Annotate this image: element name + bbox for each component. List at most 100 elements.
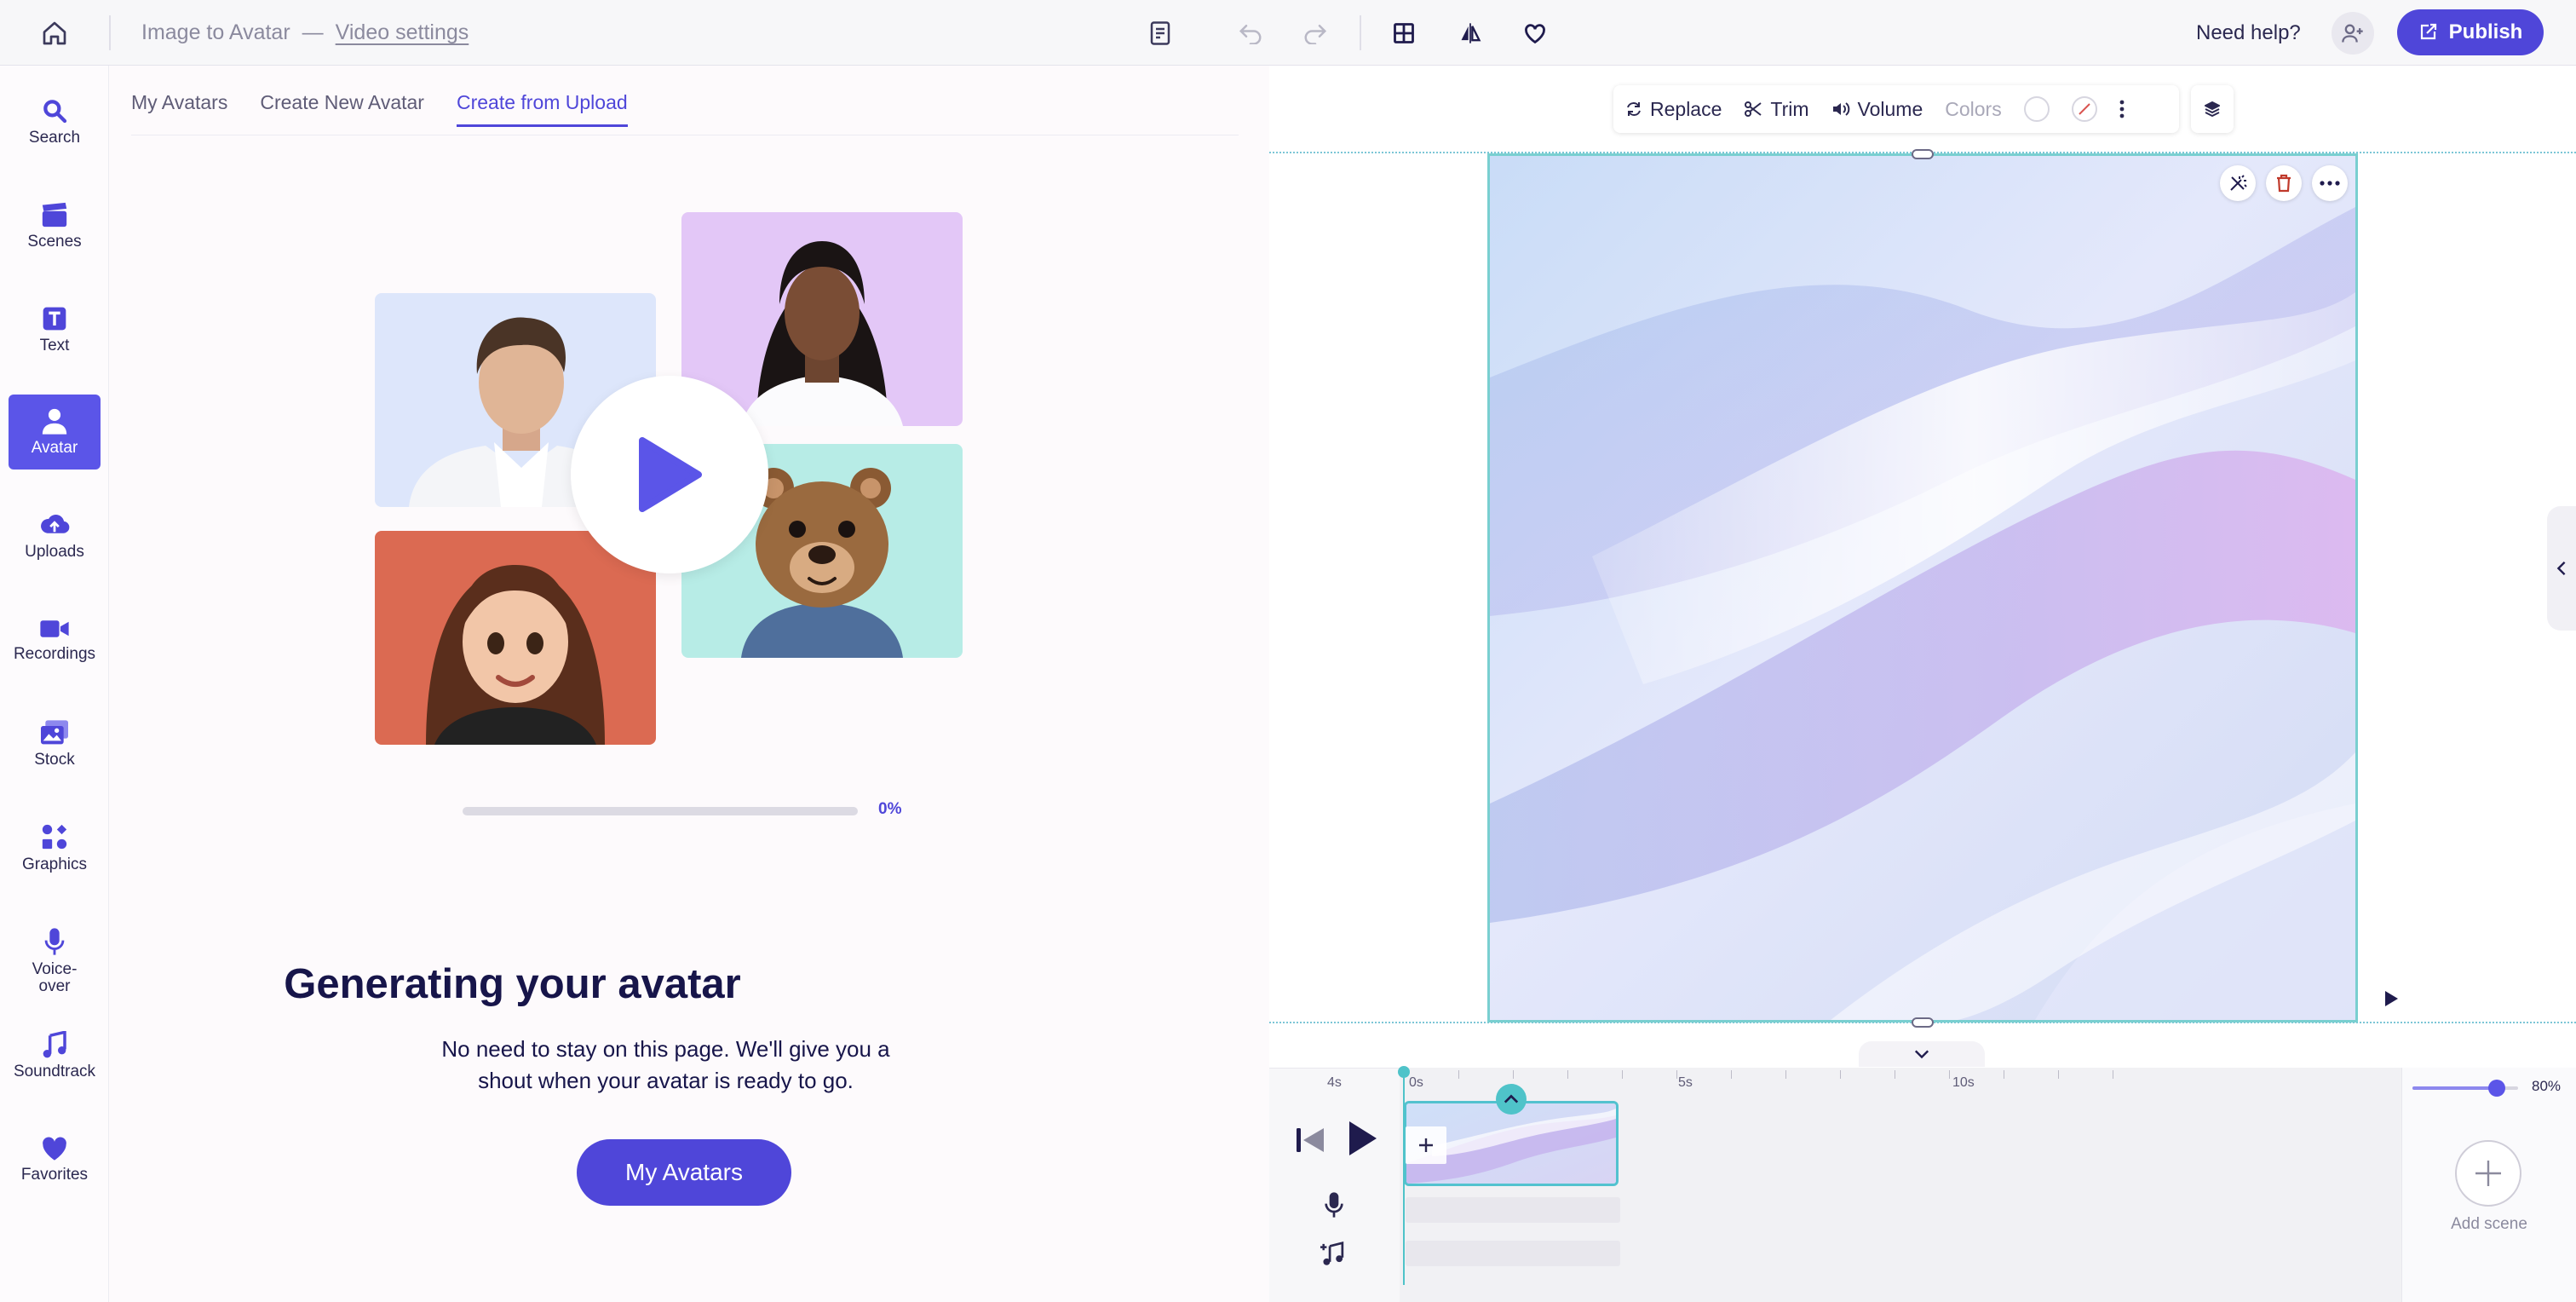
sidebar-item-soundtrack[interactable]: Soundtrack bbox=[9, 1018, 101, 1093]
home-button[interactable] bbox=[31, 0, 78, 66]
need-help-link[interactable]: Need help? bbox=[2196, 0, 2301, 66]
add-layer-button[interactable] bbox=[1406, 1126, 1446, 1164]
text-icon bbox=[43, 307, 66, 331]
music-add-icon bbox=[1320, 1241, 1344, 1265]
redo-button[interactable] bbox=[1298, 0, 1332, 66]
play-icon bbox=[1349, 1121, 1377, 1155]
sidebar-item-uploads[interactable]: Uploads bbox=[9, 498, 101, 573]
skip-to-start-button[interactable] bbox=[1295, 1125, 1327, 1155]
publish-button[interactable]: Publish bbox=[2397, 9, 2544, 55]
replace-label: Replace bbox=[1650, 97, 1722, 120]
playhead-knob[interactable] bbox=[1398, 1066, 1410, 1078]
sidebar-item-search[interactable]: Search bbox=[9, 84, 101, 159]
heart-icon bbox=[43, 1137, 66, 1161]
timeline-tick bbox=[2058, 1070, 2059, 1079]
resize-handle-bottom[interactable] bbox=[1912, 1017, 1934, 1028]
avatar-sample-cartoon-girl bbox=[375, 531, 656, 745]
sidebar-item-favorites[interactable]: Favorites bbox=[9, 1122, 101, 1197]
add-user-icon bbox=[2342, 23, 2363, 43]
trim-button[interactable]: Trim bbox=[1744, 97, 1809, 121]
timeline-tick bbox=[1458, 1070, 1459, 1079]
favorite-button[interactable] bbox=[1518, 0, 1552, 66]
stage-play-button[interactable] bbox=[2382, 988, 2401, 1009]
more-options-button[interactable] bbox=[2119, 100, 2125, 118]
remove-background-button[interactable] bbox=[2220, 165, 2256, 201]
trim-label: Trim bbox=[1770, 97, 1809, 120]
sidebar-item-label: Recordings bbox=[13, 645, 96, 663]
collapse-timeline-button[interactable] bbox=[1859, 1041, 1985, 1067]
tab-create-new-avatar[interactable]: Create New Avatar bbox=[260, 91, 424, 127]
generation-progress-bar bbox=[463, 807, 858, 815]
microphone-icon bbox=[1325, 1192, 1343, 1218]
replace-button[interactable]: Replace bbox=[1625, 98, 1722, 121]
volume-button[interactable]: Volume bbox=[1831, 98, 1923, 121]
colors-label: Colors bbox=[1945, 97, 2002, 120]
scene-preview[interactable] bbox=[1487, 153, 2358, 1023]
color-swatch-none[interactable] bbox=[2071, 96, 2097, 122]
title-separator: — bbox=[302, 20, 324, 44]
layers-button[interactable] bbox=[2191, 85, 2234, 133]
background-image bbox=[1490, 156, 2355, 1020]
play-icon bbox=[639, 437, 702, 512]
timeline-tick bbox=[1622, 1070, 1623, 1079]
refresh-icon bbox=[1627, 102, 1641, 116]
plus-icon bbox=[2475, 1161, 2501, 1186]
sidebar-item-graphics[interactable]: Graphics bbox=[9, 810, 101, 885]
sidebar-item-scenes[interactable]: Scenes bbox=[9, 188, 101, 263]
playhead[interactable] bbox=[1403, 1068, 1405, 1285]
chevron-up-icon bbox=[1504, 1094, 1519, 1103]
element-toolbar: Replace Trim Volume Colors bbox=[1613, 85, 2179, 133]
heart-outline-icon bbox=[1525, 23, 1545, 43]
soundtrack-track-button[interactable] bbox=[1320, 1241, 1348, 1266]
share-button[interactable] bbox=[2329, 0, 2377, 66]
timeline-tick-label: 5s bbox=[1678, 1075, 1693, 1090]
play-small-icon bbox=[2385, 991, 2398, 1006]
home-icon bbox=[43, 21, 66, 44]
undo-button[interactable] bbox=[1233, 0, 1268, 66]
project-name: Image to Avatar bbox=[141, 20, 290, 44]
timeline-play-button[interactable] bbox=[1346, 1118, 1380, 1159]
expand-right-panel-button[interactable] bbox=[2547, 506, 2576, 631]
voiceover-track-button[interactable] bbox=[1324, 1191, 1344, 1218]
sidebar-item-label: Text bbox=[39, 337, 70, 354]
sidebar-item-stock[interactable]: Stock bbox=[9, 706, 101, 781]
generating-description: No need to stay on this page. We'll give… bbox=[441, 1036, 890, 1093]
delete-element-button[interactable] bbox=[2266, 165, 2302, 201]
microphone-icon bbox=[44, 928, 65, 955]
panel-tabs: My Avatars Create New Avatar Create from… bbox=[131, 91, 628, 127]
add-scene-button[interactable] bbox=[2455, 1140, 2521, 1207]
sidebar-item-text[interactable]: Text bbox=[9, 292, 101, 367]
sidebar-item-label: Stock bbox=[34, 751, 75, 769]
layout-grid-button[interactable] bbox=[1387, 0, 1421, 66]
sidebar-item-recordings[interactable]: Recordings bbox=[9, 602, 101, 677]
my-avatars-button[interactable]: My Avatars bbox=[577, 1139, 791, 1206]
notes-button[interactable] bbox=[1143, 0, 1177, 66]
sidebar-item-label: Soundtrack bbox=[13, 1063, 96, 1080]
timeline-tick bbox=[1949, 1070, 1950, 1079]
clip-expand-button[interactable] bbox=[1496, 1084, 1527, 1115]
sidebar-item-avatar[interactable]: Avatar bbox=[9, 395, 101, 470]
tab-my-avatars[interactable]: My Avatars bbox=[131, 91, 227, 127]
color-swatch-white[interactable] bbox=[2023, 96, 2050, 122]
cloud-upload-icon bbox=[41, 515, 70, 533]
person-icon bbox=[42, 408, 67, 435]
voiceover-lane[interactable] bbox=[1406, 1197, 1620, 1223]
divider bbox=[1360, 15, 1361, 50]
video-settings-link[interactable]: Video settings bbox=[336, 20, 469, 45]
plus-icon bbox=[1419, 1138, 1433, 1152]
element-more-button[interactable] bbox=[2312, 165, 2348, 201]
preview-play-button[interactable] bbox=[571, 376, 768, 573]
soundtrack-lane[interactable] bbox=[1406, 1241, 1620, 1266]
resize-handle-top[interactable] bbox=[1912, 149, 1934, 159]
trash-icon bbox=[2277, 174, 2291, 193]
add-scene-label: Add scene bbox=[2451, 1215, 2527, 1233]
tab-create-from-upload[interactable]: Create from Upload bbox=[456, 91, 628, 127]
progress-percentage: 0% bbox=[878, 800, 902, 818]
flip-button[interactable] bbox=[1453, 0, 1487, 66]
notes-icon bbox=[1150, 20, 1170, 45]
ellipsis-icon bbox=[2320, 181, 2340, 186]
sidebar-item-voiceover[interactable]: Voice- over bbox=[9, 914, 101, 1008]
sidebar-item-label: Avatar bbox=[31, 439, 78, 457]
timeline-tick bbox=[1840, 1070, 1841, 1079]
layers-icon bbox=[2205, 101, 2220, 117]
